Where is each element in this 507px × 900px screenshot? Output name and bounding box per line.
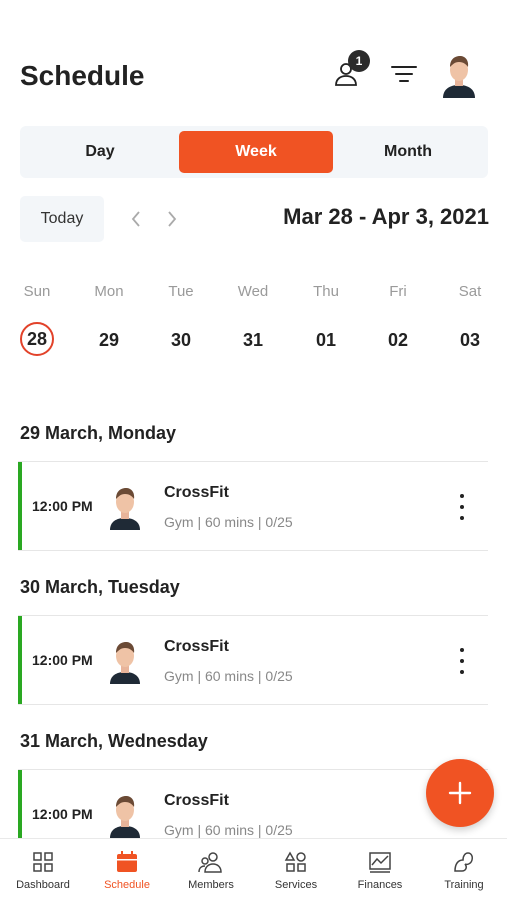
event-details: Gym | 60 mins | 0/25 <box>164 668 293 684</box>
event-time: 12:00 PM <box>32 806 93 822</box>
week-strip: Sun 28 Mon 29 Tue 30 Wed 31 Thu 01 Fri 0… <box>0 282 507 362</box>
event-name: CrossFit <box>164 484 229 501</box>
notification-badge: 1 <box>348 50 370 72</box>
section-title: 30 March, Tuesday <box>20 577 180 597</box>
finances-icon <box>369 852 391 873</box>
event-time: 12:00 PM <box>32 652 93 668</box>
chevron-left-icon <box>131 211 140 227</box>
section-title: 29 March, Monday <box>20 423 177 443</box>
plus-icon <box>448 781 472 805</box>
day-thu[interactable]: Thu 01 <box>296 282 356 358</box>
tab-label: Services <box>274 879 318 891</box>
tab-members[interactable]: Members <box>169 849 253 891</box>
day-name: Fri <box>389 283 407 300</box>
day-number: 30 <box>170 330 192 350</box>
tab-day[interactable]: Day <box>25 131 175 173</box>
tab-dashboard[interactable]: Dashboard <box>1 849 85 891</box>
tab-schedule[interactable]: Schedule <box>85 849 169 891</box>
view-switcher: Day Week Month <box>20 126 488 178</box>
day-name: Sat <box>458 283 482 300</box>
day-sat[interactable]: Sat 03 <box>440 282 500 358</box>
day-mon[interactable]: Mon 29 <box>79 282 139 358</box>
header: Schedule 1 <box>20 50 487 102</box>
event-card[interactable]: 12:00 PM CrossFit Gym | 60 mins | 0/25 <box>18 615 488 705</box>
date-navigation: Today Mar 28 - Apr 3, 2021 <box>20 196 489 242</box>
day-name: Sun <box>23 283 51 300</box>
event-details: Gym | 60 mins | 0/25 <box>164 514 293 530</box>
event-accent-bar <box>18 462 22 550</box>
tab-week[interactable]: Week <box>179 131 333 173</box>
tab-label: Training <box>444 879 484 891</box>
section-title: 31 March, Wednesday <box>20 731 208 751</box>
user-notifications-button[interactable]: 1 <box>330 50 370 92</box>
tab-finances[interactable]: Finances <box>338 849 422 891</box>
calendar-icon <box>117 851 137 872</box>
day-number: 29 <box>98 330 120 350</box>
previous-week-button[interactable] <box>124 206 148 232</box>
date-range-label: Mar 28 - Apr 3, 2021 <box>283 204 489 229</box>
tab-label: Dashboard <box>16 879 70 891</box>
filter-icon <box>391 66 417 82</box>
day-name: Mon <box>94 283 124 300</box>
services-icon <box>284 851 306 872</box>
training-icon <box>454 852 473 872</box>
event-name: CrossFit <box>164 792 229 809</box>
tab-month[interactable]: Month <box>333 131 483 173</box>
day-number: 03 <box>459 330 481 350</box>
profile-avatar[interactable] <box>439 52 479 98</box>
trainer-avatar <box>110 796 140 838</box>
day-wed[interactable]: Wed 31 <box>223 282 283 358</box>
tab-label: Members <box>188 879 234 891</box>
page-title: Schedule <box>20 60 145 91</box>
day-fri[interactable]: Fri 02 <box>368 282 428 358</box>
more-options-button[interactable] <box>452 494 472 520</box>
day-tue[interactable]: Tue 30 <box>151 282 211 358</box>
bottom-tab-bar: Dashboard Schedule Members Services Fina… <box>0 838 507 900</box>
event-accent-bar <box>18 616 22 704</box>
dashboard-icon <box>33 852 53 872</box>
day-name: Wed <box>237 283 269 300</box>
chevron-right-icon <box>168 211 177 227</box>
trainer-avatar <box>110 488 140 530</box>
day-number: 01 <box>315 330 337 350</box>
day-number-selected: 28 <box>20 322 54 356</box>
day-number: 02 <box>387 330 409 350</box>
event-details: Gym | 60 mins | 0/25 <box>164 822 293 838</box>
day-name: Thu <box>313 283 339 300</box>
today-button[interactable]: Today <box>20 196 104 242</box>
day-sun[interactable]: Sun 28 <box>7 282 67 356</box>
day-name: Tue <box>168 283 194 300</box>
members-icon <box>198 852 222 873</box>
tab-label: Schedule <box>104 879 150 891</box>
tab-services[interactable]: Services <box>254 849 338 891</box>
tab-training[interactable]: Training <box>422 849 506 891</box>
event-card[interactable]: 12:00 PM CrossFit Gym | 60 mins | 0/25 <box>18 461 488 551</box>
trainer-avatar <box>110 642 140 684</box>
next-week-button[interactable] <box>160 206 184 232</box>
event-name: CrossFit <box>164 638 229 655</box>
more-options-button[interactable] <box>452 648 472 674</box>
event-time: 12:00 PM <box>32 498 93 514</box>
filter-button[interactable] <box>386 56 422 92</box>
day-number: 31 <box>242 330 264 350</box>
add-event-button[interactable] <box>426 759 494 827</box>
tab-label: Finances <box>357 879 403 891</box>
